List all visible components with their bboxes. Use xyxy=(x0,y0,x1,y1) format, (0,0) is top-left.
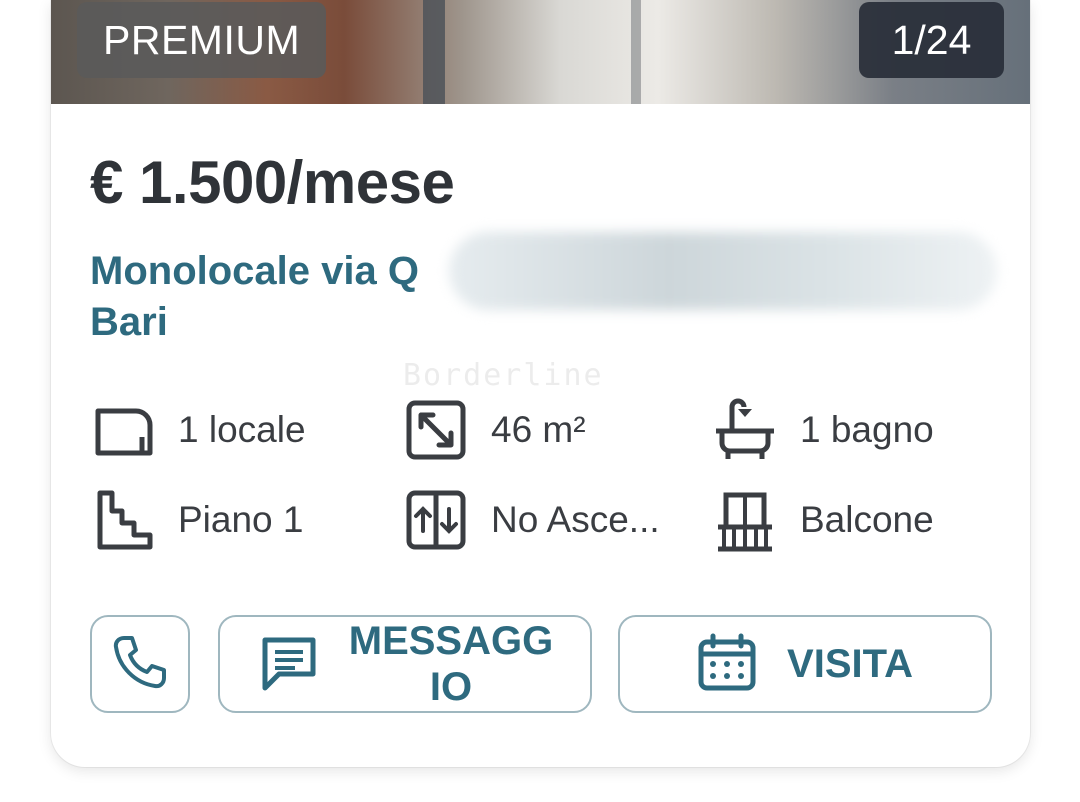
feature-elevator: No Asce... xyxy=(403,487,660,553)
photo-detail xyxy=(423,0,445,104)
feature-area: 46 m² xyxy=(403,397,586,463)
feature-label: No Asce... xyxy=(491,499,660,540)
calendar-icon xyxy=(697,632,757,697)
call-button[interactable] xyxy=(90,615,190,713)
message-label-line2: IO xyxy=(429,665,473,709)
room-icon xyxy=(90,397,156,463)
chat-icon xyxy=(257,630,321,699)
stairs-icon xyxy=(90,487,156,553)
feature-label: 1 locale xyxy=(178,409,306,450)
feature-label: Balcone xyxy=(800,499,934,540)
feature-floor: Piano 1 xyxy=(90,487,304,553)
visit-button[interactable]: VISITA xyxy=(618,615,992,713)
photo-counter: 1/24 xyxy=(859,2,1004,78)
phone-icon xyxy=(110,632,170,697)
message-button-label: MESSAGG IO xyxy=(349,618,553,710)
feature-rooms: 1 locale xyxy=(90,397,306,463)
listing-card[interactable]: PREMIUM 1/24 € 1.500/mese Monolocale via… xyxy=(51,0,1030,767)
message-label-line1: MESSAGG xyxy=(348,619,554,663)
visit-button-label: VISITA xyxy=(787,642,913,686)
area-icon xyxy=(403,397,469,463)
listing-price: € 1.500/mese xyxy=(90,149,455,216)
elevator-icon xyxy=(403,487,469,553)
message-button[interactable]: MESSAGG IO xyxy=(218,615,592,713)
watermark: Borderline xyxy=(403,358,604,393)
feature-balcony: Balcone xyxy=(712,487,934,553)
redacted-address xyxy=(449,232,997,310)
feature-label: 46 m² xyxy=(491,409,586,450)
feature-bathrooms: 1 bagno xyxy=(712,397,934,463)
feature-label: Piano 1 xyxy=(178,499,304,540)
bathtub-icon xyxy=(712,397,778,463)
premium-badge: PREMIUM xyxy=(77,2,327,78)
balcony-icon xyxy=(712,487,778,553)
photo-detail xyxy=(631,0,641,104)
feature-label: 1 bagno xyxy=(800,409,934,450)
